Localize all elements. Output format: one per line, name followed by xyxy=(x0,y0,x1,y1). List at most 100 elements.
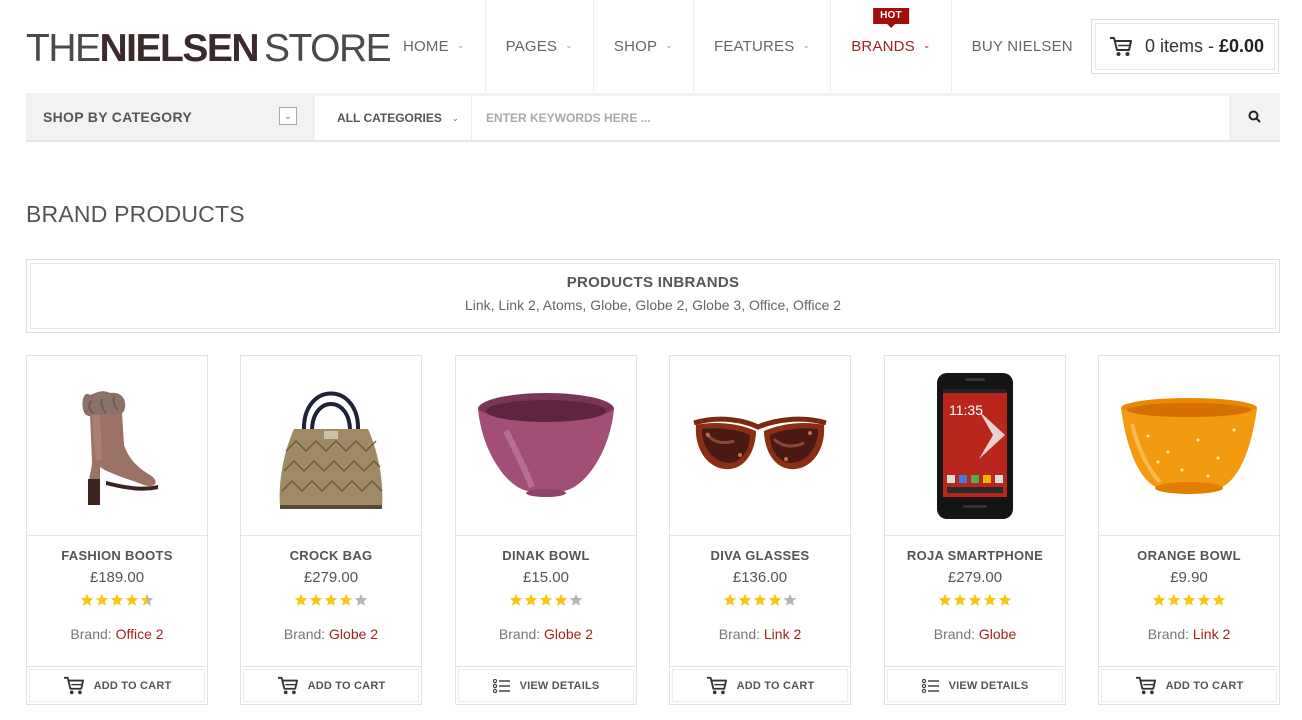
product-name[interactable]: ORANGE BOWL xyxy=(1099,548,1279,563)
product-image[interactable] xyxy=(1099,356,1279,536)
product-name[interactable]: DINAK BOWL xyxy=(456,548,636,563)
search-button[interactable] xyxy=(1229,93,1280,140)
product-card: ORANGE BOWL £9.90 Brand: Link 2 ADD TO C… xyxy=(1098,355,1280,705)
product-image[interactable] xyxy=(27,356,207,536)
hot-badge: HOT xyxy=(873,8,909,28)
product-image[interactable] xyxy=(456,356,636,536)
star-icon xyxy=(524,593,538,606)
handbag-image xyxy=(279,391,383,509)
star-icon xyxy=(80,593,94,606)
star-icon xyxy=(1167,593,1181,606)
product-brand: Brand: Globe 2 xyxy=(456,626,636,642)
chevron-down-icon[interactable]: ⌄ xyxy=(279,107,297,125)
brand-link[interactable]: Office 2 xyxy=(116,626,164,642)
star-icon xyxy=(110,593,124,606)
list-icon xyxy=(921,678,939,693)
cart-icon xyxy=(1110,36,1132,56)
site-logo[interactable]: THENIELSEN STORE xyxy=(26,28,392,70)
nav-buy-nielsen-label: BUY NIELSEN xyxy=(971,37,1073,55)
smartphone-image: 11:35 xyxy=(937,372,1013,519)
star-icon xyxy=(324,593,338,606)
brand-link[interactable]: Link 2 xyxy=(1193,626,1230,642)
brand-link[interactable]: Globe 2 xyxy=(329,626,378,642)
cart-icon xyxy=(63,676,84,694)
product-price: £189.00 xyxy=(89,569,145,586)
category-select[interactable]: ALL CATEGORIES ⌄ xyxy=(315,96,472,140)
nav-pages[interactable]: PAGES ⌄ xyxy=(486,0,594,92)
product-brand: Brand: Link 2 xyxy=(1099,626,1279,642)
star-icon xyxy=(1212,593,1226,606)
sunglasses-image xyxy=(693,416,827,469)
cart-icon xyxy=(706,676,727,694)
brand-label: Brand: xyxy=(1147,626,1189,642)
product-image[interactable] xyxy=(241,356,421,536)
star-icon xyxy=(723,593,737,606)
star-icon xyxy=(1197,593,1211,606)
chevron-down-icon: ⌄ xyxy=(456,39,465,50)
product-image[interactable] xyxy=(670,356,850,536)
brand-link[interactable]: Globe xyxy=(979,626,1016,642)
product-name[interactable]: ROJA SMARTPHONE xyxy=(885,548,1065,563)
nav-shop[interactable]: SHOP ⌄ xyxy=(594,0,694,92)
mini-cart-button[interactable]: 0 items - £0.00 xyxy=(1091,19,1279,74)
star-rating xyxy=(27,593,207,609)
product-price: £279.00 xyxy=(947,569,1003,586)
star-rating xyxy=(456,593,636,609)
star-icon xyxy=(339,593,353,606)
nav-brands-label: BRANDS xyxy=(851,37,915,55)
pink-bowl-image xyxy=(478,392,614,497)
chevron-down-icon: ⌄ xyxy=(451,113,459,123)
view-details-button[interactable]: VIEW DETAILS xyxy=(885,666,1065,704)
star-icon xyxy=(783,593,797,606)
brand-link[interactable]: Link 2 xyxy=(764,626,801,642)
view-details-button[interactable]: VIEW DETAILS xyxy=(456,666,636,704)
star-icon xyxy=(569,593,583,606)
search-icon xyxy=(1248,110,1261,123)
nav-brands[interactable]: HOT BRANDS ⌄ xyxy=(831,0,952,92)
brand-label: Brand: xyxy=(933,626,975,642)
chevron-down-icon: ⌄ xyxy=(565,39,573,50)
product-price: £279.00 xyxy=(303,569,359,586)
star-icon xyxy=(554,593,568,606)
add-to-cart-button[interactable]: ADD TO CART xyxy=(1099,666,1279,704)
product-card: CROCK BAG £279.00 Brand: Globe 2 ADD TO … xyxy=(240,355,422,705)
add-to-cart-button[interactable]: ADD TO CART xyxy=(27,666,207,704)
nav-home[interactable]: HOME ⌄ xyxy=(383,0,486,92)
action-label: ADD TO CART xyxy=(736,679,815,692)
star-rating xyxy=(670,593,850,609)
chevron-down-icon: ⌄ xyxy=(665,39,673,50)
add-to-cart-button[interactable]: ADD TO CART xyxy=(241,666,421,704)
shop-by-category[interactable]: SHOP BY CATEGORY ⌄ xyxy=(26,93,314,140)
cart-icon xyxy=(1135,676,1156,694)
brand-label: Brand: xyxy=(70,626,112,642)
add-to-cart-button[interactable]: ADD TO CART xyxy=(670,666,850,704)
nav-home-label: HOME xyxy=(403,37,449,55)
brand-link[interactable]: Globe 2 xyxy=(544,626,593,642)
star-rating xyxy=(241,593,421,609)
product-price: £15.00 xyxy=(523,569,569,586)
product-price: £9.90 xyxy=(1170,569,1208,586)
product-price: £136.00 xyxy=(732,569,788,586)
star-icon xyxy=(953,593,967,606)
search-input[interactable] xyxy=(473,96,1229,140)
nav-features[interactable]: FEATURES ⌄ xyxy=(694,0,832,92)
product-image[interactable]: 11:35 xyxy=(885,356,1065,536)
nav-buy-nielsen[interactable]: BUY NIELSEN xyxy=(952,0,1093,92)
site-header: THENIELSEN STORE HOME ⌄ PAGES ⌄ SHOP ⌄ FE… xyxy=(0,0,1302,92)
product-name[interactable]: FASHION BOOTS xyxy=(27,548,207,563)
chevron-down-icon: ⌄ xyxy=(802,39,811,50)
page-title: BRAND PRODUCTS xyxy=(26,201,245,227)
list-icon xyxy=(492,678,510,693)
star-icon xyxy=(125,593,139,606)
action-label: ADD TO CART xyxy=(93,679,172,692)
star-icon xyxy=(968,593,982,606)
brands-box: PRODUCTS INBRANDS Link, Link 2, Atoms, G… xyxy=(26,259,1280,333)
star-icon xyxy=(938,593,952,606)
product-name[interactable]: CROCK BAG xyxy=(241,548,421,563)
nav-shop-label: SHOP xyxy=(613,37,658,55)
brand-label: Brand: xyxy=(498,626,541,642)
main-nav: HOME ⌄ PAGES ⌄ SHOP ⌄ FEATURES ⌄ HOT BRA… xyxy=(383,0,1093,92)
star-rating xyxy=(1099,593,1279,609)
brand-label: Brand: xyxy=(718,626,760,642)
product-name[interactable]: DIVA GLASSES xyxy=(670,548,850,563)
